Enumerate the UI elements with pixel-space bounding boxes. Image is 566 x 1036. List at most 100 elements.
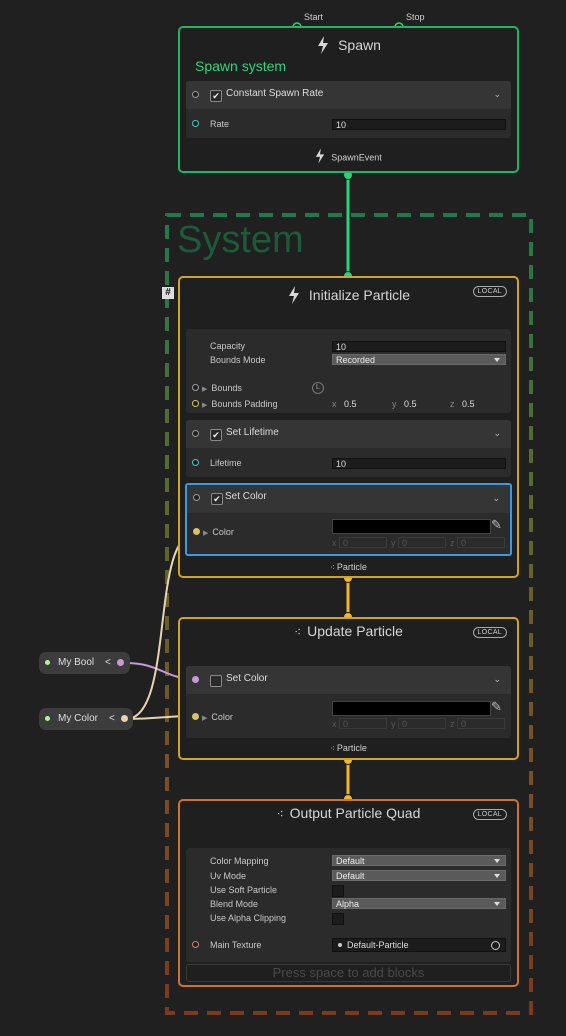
expand-arrow-icon[interactable]: ▶ <box>202 401 207 409</box>
bounds-mode-dropdown[interactable]: Recorded <box>332 354 506 365</box>
particle-icon: ⁖ <box>330 563 335 572</box>
property-my-color[interactable]: My Color < <box>39 708 133 730</box>
color-z-input[interactable]: 0 <box>457 537 505 548</box>
main-texture-field[interactable]: Default-Particle <box>332 938 506 952</box>
property-type-dot <box>45 660 50 665</box>
block-enabled-checkbox[interactable]: ✔ <box>211 493 223 505</box>
bounds-row-label: ▶ Bounds <box>202 383 242 393</box>
color-y-input[interactable]: 0 <box>398 537 446 548</box>
texture-icon <box>338 943 342 947</box>
padding-y-label: y <box>392 399 397 409</box>
main-texture-label: Main Texture <box>210 940 262 950</box>
color-mapping-dropdown[interactable]: Default <box>332 855 506 866</box>
bounds-port[interactable] <box>192 384 199 391</box>
init-title: Initialize Particle <box>308 287 411 304</box>
color-y-label: y <box>391 538 396 548</box>
bounds-padding-port[interactable] <box>192 400 199 407</box>
hash-badge[interactable]: # <box>162 287 174 299</box>
update-title-row: ⁖ Update Particle <box>180 623 517 639</box>
eyedropper-icon[interactable]: ✎ <box>491 699 502 715</box>
block-port[interactable] <box>192 676 199 683</box>
space-toggle[interactable]: L <box>312 382 324 394</box>
spawn-context[interactable]: Spawn Spawn system ✔ Constant Spawn Rate… <box>178 26 519 173</box>
color-port[interactable] <box>193 528 200 535</box>
bolt-icon <box>315 148 325 167</box>
particle-icon: ⁖ <box>330 744 335 753</box>
initialize-context[interactable]: Initialize Particle LOCAL Capacity 10 Bou… <box>178 276 519 578</box>
rate-row: Rate 10 <box>186 117 511 133</box>
output-settings-block: Color Mapping Default Uv Mode Default Use … <box>186 848 511 962</box>
output-context[interactable]: ⁖ Output Particle Quad LOCAL Color Mappin… <box>178 799 519 987</box>
constant-spawn-rate-block[interactable]: ✔ Constant Spawn Rate ⌄ Rate 10 <box>186 81 511 138</box>
chevron-left-icon[interactable]: < <box>105 657 111 668</box>
eyedropper-icon[interactable]: ✎ <box>491 517 502 533</box>
spawn-title-row: Spawn <box>180 36 517 57</box>
uv-mode-label: Uv Mode <box>210 871 247 881</box>
main-texture-value: Default-Particle <box>347 940 409 950</box>
color-x-input[interactable]: 0 <box>339 718 387 729</box>
init-set-color-block[interactable]: ✔ Set Color ⌄ ▶ Color ✎ x 0 y 0 z 0 <box>185 483 512 556</box>
expand-arrow-icon[interactable]: ▶ <box>202 714 207 722</box>
color-swatch[interactable] <box>332 519 491 534</box>
soft-particle-checkbox[interactable] <box>332 885 344 897</box>
alpha-clipping-checkbox[interactable] <box>332 913 344 925</box>
color-y-input[interactable]: 0 <box>398 718 446 729</box>
color-swatch[interactable] <box>332 701 491 716</box>
block-port[interactable] <box>192 91 199 98</box>
blend-mode-dropdown[interactable]: Alpha <box>332 898 506 909</box>
expand-arrow-icon[interactable]: ▶ <box>203 529 208 537</box>
rate-port[interactable] <box>192 120 199 127</box>
color-port[interactable] <box>192 713 199 720</box>
object-picker-icon[interactable] <box>491 941 500 950</box>
set-lifetime-block[interactable]: ✔ Set Lifetime ⌄ Lifetime 10 <box>186 420 511 477</box>
local-badge[interactable]: LOCAL <box>472 286 507 297</box>
block-enabled-checkbox[interactable] <box>210 675 222 687</box>
chevron-down-icon[interactable]: ⌄ <box>493 89 501 100</box>
local-badge[interactable]: LOCAL <box>472 627 507 638</box>
block-title: Constant Spawn Rate <box>226 88 324 99</box>
padding-z-input[interactable]: 0.5 <box>458 398 504 409</box>
property-label: My Bool <box>58 657 95 668</box>
property-my-bool[interactable]: My Bool < <box>39 652 130 674</box>
expand-arrow-icon[interactable]: ▶ <box>202 385 207 393</box>
block-port[interactable] <box>192 430 199 437</box>
block-enabled-checkbox[interactable]: ✔ <box>210 429 222 441</box>
chevron-left-icon[interactable]: < <box>109 713 115 724</box>
update-context[interactable]: ⁖ Update Particle LOCAL Set Color ⌄ ▶ Colo… <box>178 617 519 760</box>
chevron-down-icon[interactable]: ⌄ <box>493 674 501 685</box>
color-z-input[interactable]: 0 <box>457 718 505 729</box>
output-port[interactable] <box>121 715 128 722</box>
flow-label: Particle <box>336 743 367 753</box>
local-badge[interactable]: LOCAL <box>472 809 507 820</box>
capacity-input[interactable]: 10 <box>332 341 506 352</box>
update-set-color-block[interactable]: Set Color ⌄ ▶ Color ✎ x 0 y 0 z 0 <box>186 666 511 738</box>
uv-mode-dropdown[interactable]: Default <box>332 870 506 881</box>
output-port[interactable] <box>117 659 124 666</box>
color-z-label: z <box>450 719 455 729</box>
bolt-icon <box>316 36 330 57</box>
lifetime-port[interactable] <box>192 459 199 466</box>
chevron-down-icon[interactable]: ⌄ <box>492 493 500 504</box>
color-z-label: z <box>450 538 455 548</box>
color-label: Color <box>211 712 233 722</box>
init-flow-output: ⁖ Particle <box>180 562 517 572</box>
color-x-input[interactable]: 0 <box>339 537 387 548</box>
lifetime-input[interactable]: 10 <box>332 458 506 469</box>
add-blocks-hint[interactable]: Press space to add blocks <box>186 964 511 982</box>
set-color-title: Set Color <box>226 673 268 684</box>
block-enabled-checkbox[interactable]: ✔ <box>210 90 222 102</box>
color-x-label: x <box>332 719 337 729</box>
update-flow-output: ⁖ Particle <box>180 743 517 753</box>
main-texture-port[interactable] <box>192 941 199 948</box>
init-title-row: Initialize Particle <box>180 286 517 307</box>
color-row-label: ▶ Color <box>203 527 234 537</box>
block-port[interactable] <box>193 494 200 501</box>
update-title: Update Particle <box>307 623 403 639</box>
system-title[interactable]: System <box>177 219 304 262</box>
chevron-down-icon[interactable]: ⌄ <box>493 428 501 439</box>
padding-x-input[interactable]: 0.5 <box>340 398 386 409</box>
rate-label: Rate <box>210 119 230 129</box>
rate-input[interactable]: 10 <box>332 119 506 130</box>
capacity-label: Capacity <box>210 341 246 351</box>
padding-y-input[interactable]: 0.5 <box>400 398 446 409</box>
